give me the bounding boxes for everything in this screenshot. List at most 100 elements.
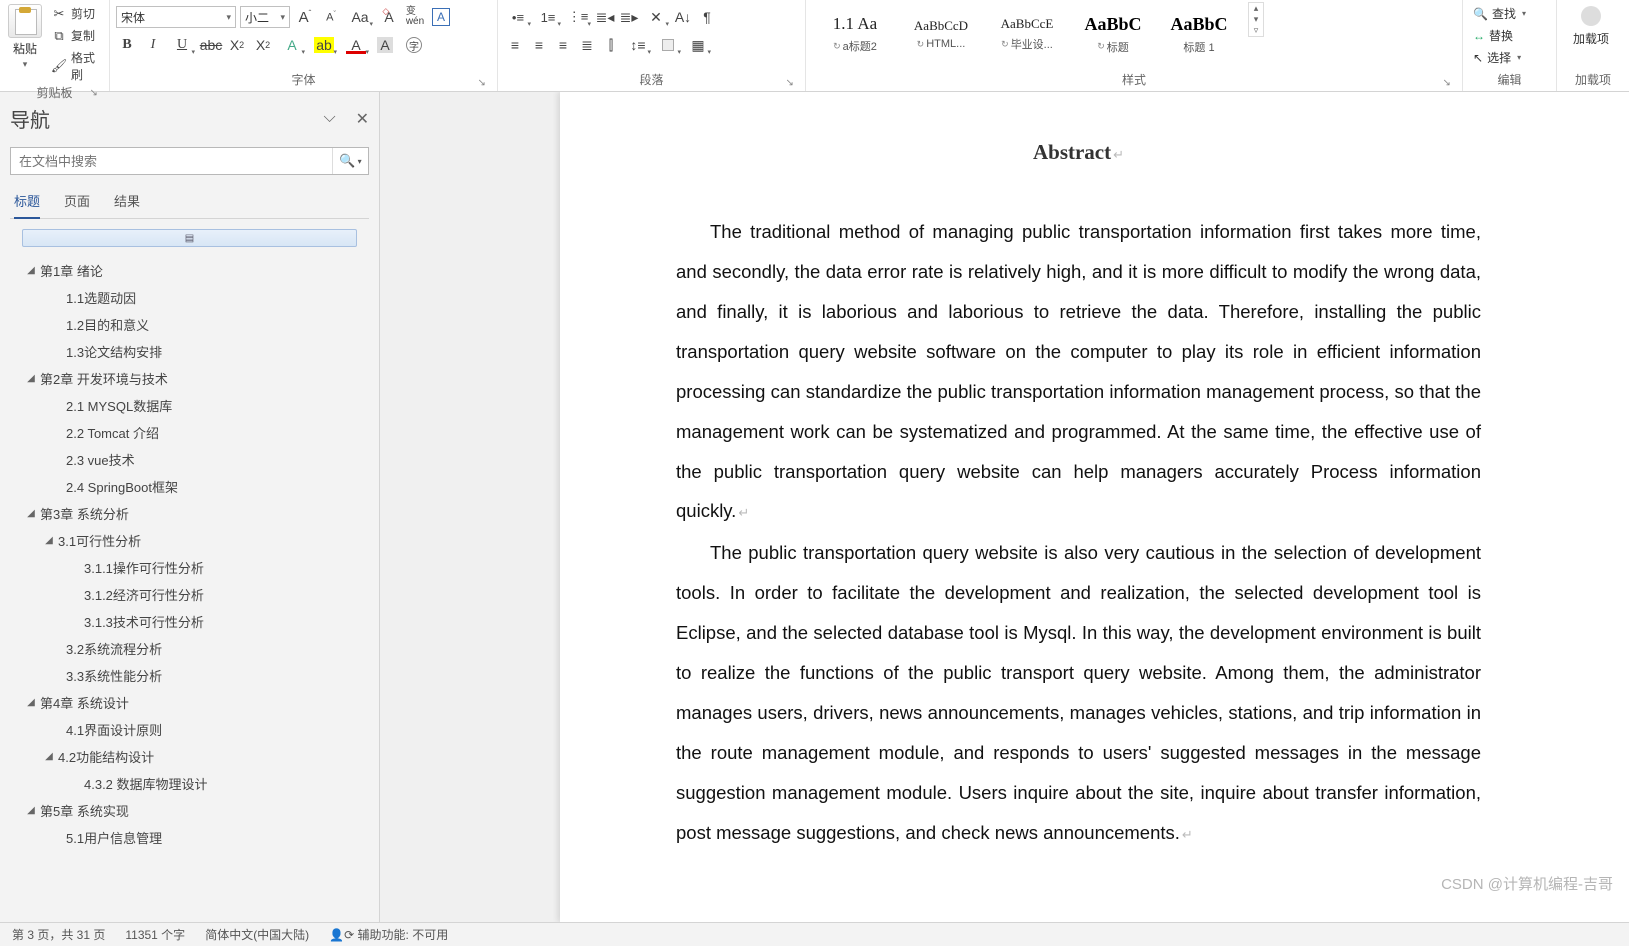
font-launcher[interactable] <box>475 75 489 89</box>
styles-scroll-up[interactable]: ▴ <box>1249 3 1263 14</box>
status-word-count[interactable]: 11351 个字 <box>125 926 185 943</box>
borders-button[interactable]: ▦▾ <box>684 34 712 56</box>
cut-button[interactable]: ✂剪切 <box>48 4 103 23</box>
show-marks-button[interactable]: ¶ <box>696 6 718 28</box>
status-language[interactable]: 简体中文(中国大陆) <box>205 926 309 943</box>
status-page[interactable]: 第 3 页，共 31 页 <box>12 926 105 943</box>
superscript-button[interactable]: X2 <box>252 34 274 56</box>
format-painter-button[interactable]: 🖌格式刷 <box>48 48 103 84</box>
nav-search-input[interactable] <box>11 148 332 174</box>
style-HTML...[interactable]: AaBbCcD↻HTML... <box>899 3 983 65</box>
font-color-button[interactable]: A▾ <box>342 34 370 56</box>
align-right-button[interactable]: ≡ <box>552 34 574 56</box>
italic-button[interactable]: I <box>142 34 164 56</box>
strikethrough-button[interactable]: abc <box>200 34 222 56</box>
tree-item[interactable]: 4.3.2 数据库物理设计 <box>10 770 369 797</box>
increase-indent-button[interactable]: ≣▸ <box>618 6 640 28</box>
style-标题[interactable]: AaBbC↻标题 <box>1071 3 1155 65</box>
clipboard-launcher[interactable] <box>87 85 101 99</box>
shading-button[interactable]: ▾ <box>654 34 682 56</box>
tree-item[interactable]: 1.1选题动因 <box>10 284 369 311</box>
tree-toggle-icon[interactable]: ◢ <box>24 697 38 708</box>
tab-results[interactable]: 结果 <box>114 187 140 218</box>
tree-item[interactable]: 3.2系统流程分析 <box>10 635 369 662</box>
sort-button[interactable]: A↓ <box>672 6 694 28</box>
tree-item[interactable]: 3.1.2经济可行性分析 <box>10 581 369 608</box>
highlight-button[interactable]: ab▾ <box>310 34 338 56</box>
nav-close-icon[interactable]: ✕ <box>356 109 369 129</box>
tree-toggle-icon[interactable]: ◢ <box>42 751 56 762</box>
bold-button[interactable]: B <box>116 34 138 56</box>
bullets-button[interactable]: •≡▾ <box>504 6 532 28</box>
font-size-combo[interactable]: 小二▾ <box>240 6 290 28</box>
asian-layout-button[interactable]: ✕▾ <box>642 6 670 28</box>
nav-dropdown-icon[interactable]: ⌵ <box>323 109 335 129</box>
tree-toggle-icon[interactable]: ◢ <box>24 373 38 384</box>
paragraph-launcher[interactable] <box>783 75 797 89</box>
tab-headings[interactable]: 标题 <box>14 187 40 218</box>
select-button[interactable]: ↖选择▾ <box>1469 48 1530 67</box>
change-case-button[interactable]: Aa▾ <box>346 6 374 28</box>
subscript-button[interactable]: X2 <box>226 34 248 56</box>
tree-item[interactable]: 5.1用户信息管理 <box>10 824 369 851</box>
tree-item[interactable]: 3.1.3技术可行性分析 <box>10 608 369 635</box>
multilevel-button[interactable]: ⋮≡▾ <box>564 6 592 28</box>
find-button[interactable]: 🔍查找▾ <box>1469 4 1530 23</box>
distribute-button[interactable]: ⫿ <box>600 34 622 56</box>
tree-toggle-icon[interactable]: ◢ <box>24 805 38 816</box>
style-a标题2[interactable]: 1.1 Aa↻a标题2 <box>813 3 897 65</box>
nav-jump-bar[interactable]: ▤ <box>22 229 357 247</box>
line-spacing-button[interactable]: ↕≡▾ <box>624 34 652 56</box>
tree-item[interactable]: 2.1 MYSQL数据库 <box>10 392 369 419</box>
tree-item[interactable]: 4.1界面设计原则 <box>10 716 369 743</box>
text-effects-button[interactable]: A▾ <box>278 34 306 56</box>
tree-label: 1.3论文结构安排 <box>64 342 162 361</box>
nav-search-button[interactable]: 🔍▾ <box>332 148 368 174</box>
copy-button[interactable]: ⧉复制 <box>48 26 103 45</box>
tree-toggle-icon[interactable]: ◢ <box>24 508 38 519</box>
tree-toggle-icon[interactable]: ◢ <box>24 265 38 276</box>
tree-label: 第5章 系统实现 <box>38 801 129 820</box>
styles-scroll-down[interactable]: ▾ <box>1249 14 1263 25</box>
tree-item[interactable]: 1.2目的和意义 <box>10 311 369 338</box>
decrease-indent-button[interactable]: ≣◂ <box>594 6 616 28</box>
style-毕业设...[interactable]: AaBbCcE↻毕业设... <box>985 3 1069 65</box>
tree-item[interactable]: ◢第2章 开发环境与技术 <box>10 365 369 392</box>
font-name-combo[interactable]: 宋体▾ <box>116 6 236 28</box>
replace-button[interactable]: ↔替换 <box>1469 26 1530 45</box>
paste-label: 粘贴 <box>13 40 37 57</box>
enclose-char-button[interactable]: 字 <box>400 34 428 56</box>
tree-item[interactable]: 3.3系统性能分析 <box>10 662 369 689</box>
tree-item[interactable]: ◢4.2功能结构设计 <box>10 743 369 770</box>
align-left-button[interactable]: ≡ <box>504 34 526 56</box>
style-标题 1[interactable]: AaBbC标题 1 <box>1157 3 1241 65</box>
tree-item[interactable]: ◢第3章 系统分析 <box>10 500 369 527</box>
char-border-button[interactable]: A <box>430 6 452 28</box>
tab-pages[interactable]: 页面 <box>64 187 90 218</box>
tree-item[interactable]: ◢第5章 系统实现 <box>10 797 369 824</box>
styles-launcher[interactable] <box>1440 75 1454 89</box>
tree-item[interactable]: ◢第4章 系统设计 <box>10 689 369 716</box>
tree-item[interactable]: 2.2 Tomcat 介绍 <box>10 419 369 446</box>
tree-item[interactable]: ◢3.1可行性分析 <box>10 527 369 554</box>
tree-toggle-icon[interactable]: ◢ <box>42 535 56 546</box>
styles-expand[interactable]: ▿ <box>1249 25 1263 36</box>
underline-button[interactable]: U▾ <box>168 34 196 56</box>
phonetic-guide-button[interactable]: 变wén <box>404 6 426 28</box>
tree-item[interactable]: 1.3论文结构安排 <box>10 338 369 365</box>
char-shading-button[interactable]: A <box>374 34 396 56</box>
document-page[interactable]: Abstract The traditional method of manag… <box>560 92 1629 922</box>
tree-item[interactable]: 2.4 SpringBoot框架 <box>10 473 369 500</box>
status-accessibility[interactable]: 👤⟳ 辅助功能: 不可用 <box>329 926 448 943</box>
addins-button[interactable]: 加载项 <box>1563 2 1619 51</box>
numbering-button[interactable]: 1≡▾ <box>534 6 562 28</box>
paste-button[interactable]: 粘贴 ▾ <box>6 2 44 72</box>
tree-item[interactable]: 2.3 vue技术 <box>10 446 369 473</box>
shrink-font-button[interactable]: Aˇ <box>320 6 342 28</box>
align-center-button[interactable]: ≡ <box>528 34 550 56</box>
tree-item[interactable]: ◢第1章 绪论 <box>10 257 369 284</box>
justify-button[interactable]: ≣ <box>576 34 598 56</box>
grow-font-button[interactable]: Aˆ <box>294 6 316 28</box>
tree-item[interactable]: 3.1.1操作可行性分析 <box>10 554 369 581</box>
clear-formatting-button[interactable]: A◇ <box>378 6 400 28</box>
